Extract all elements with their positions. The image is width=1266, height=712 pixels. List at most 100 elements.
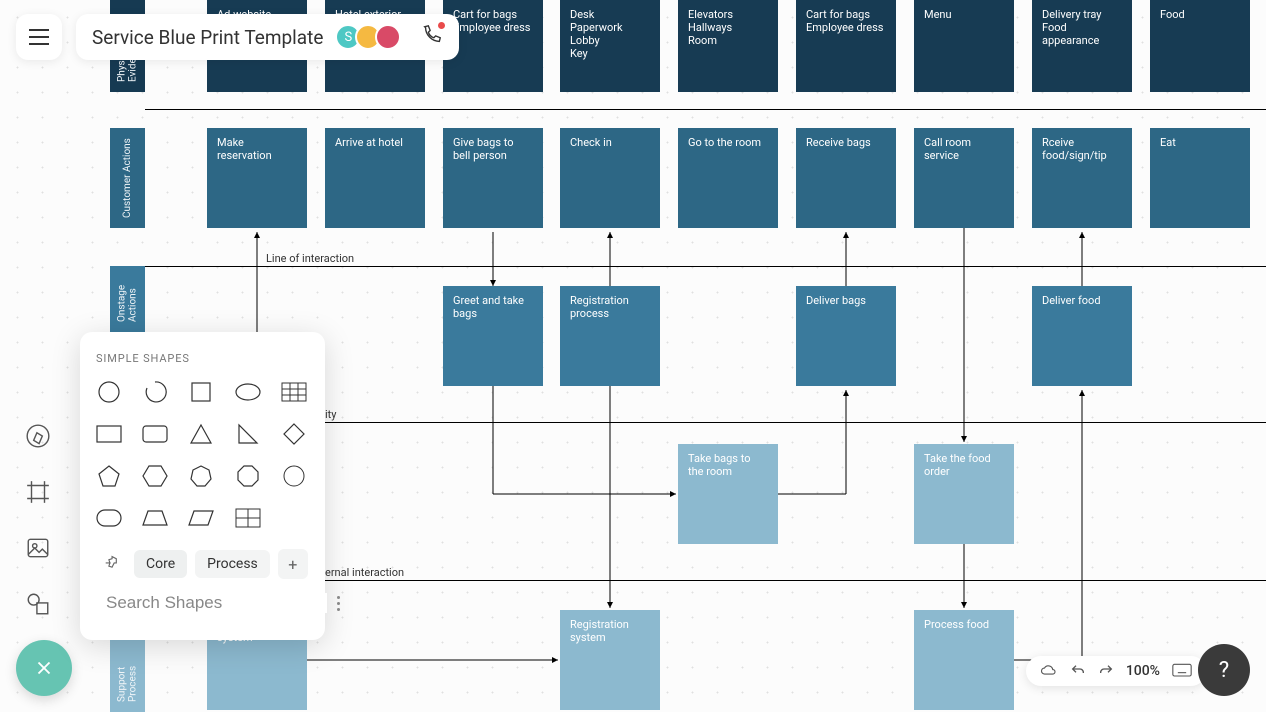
- card-text: Rceive food/sign/tip: [1042, 136, 1107, 162]
- shapes-icon[interactable]: [20, 586, 56, 622]
- card-customer-8[interactable]: Eat: [1150, 128, 1250, 228]
- pin-icon[interactable]: [96, 549, 126, 579]
- more-icon[interactable]: [337, 596, 340, 611]
- card-customer-5[interactable]: Receive bags: [796, 128, 896, 228]
- card-text: Delivery tray: [1042, 8, 1122, 21]
- card-text: Hallways: [688, 21, 768, 34]
- avatar[interactable]: [375, 24, 401, 50]
- card-customer-6[interactable]: Call room service: [914, 128, 1014, 228]
- image-icon[interactable]: [20, 530, 56, 566]
- shape-diamond[interactable]: [281, 421, 307, 447]
- card-physical-3[interactable]: Desk Paperwork Lobby Key: [560, 0, 660, 92]
- card-text: Check in: [570, 136, 612, 149]
- card-onstage-7[interactable]: Deliver food: [1032, 286, 1132, 386]
- shape-arc[interactable]: [142, 379, 168, 405]
- card-backstage-6[interactable]: Take the food order: [914, 444, 1014, 544]
- keyboard-icon[interactable]: [1172, 663, 1192, 679]
- call-button[interactable]: [421, 24, 443, 50]
- card-customer-2[interactable]: Give bags to bell person: [443, 128, 543, 228]
- card-text: Registration system: [570, 618, 629, 644]
- card-text: Take the food order: [924, 452, 991, 478]
- tab-process[interactable]: Process: [195, 550, 270, 578]
- card-support-6[interactable]: Process food: [914, 610, 1014, 710]
- row-label-customer: Customer Actions: [110, 128, 145, 228]
- card-text: Greet and take bags: [453, 294, 524, 320]
- card-onstage-5[interactable]: Deliver bags: [796, 286, 896, 386]
- shape-rounded-rect[interactable]: [142, 421, 168, 447]
- shape-rounded[interactable]: [96, 505, 122, 531]
- cloud-icon[interactable]: [1040, 662, 1058, 680]
- undo-icon[interactable]: [1070, 663, 1086, 679]
- card-onstage-2[interactable]: Greet and take bags: [443, 286, 543, 386]
- card-text: Cart for bags: [806, 8, 886, 21]
- shape-circle[interactable]: [96, 379, 122, 405]
- card-text: Paperwork: [570, 21, 650, 34]
- line-internal-label: ernal interaction: [325, 566, 404, 579]
- card-text: Elevators: [688, 8, 768, 21]
- shape-trapezoid[interactable]: [142, 505, 168, 531]
- card-onstage-3[interactable]: Registration process: [560, 286, 660, 386]
- card-text: Food appearance: [1042, 21, 1122, 47]
- card-text: Make reservation: [217, 136, 272, 162]
- card-text: Receive bags: [806, 136, 871, 149]
- shape-ellipse[interactable]: [235, 379, 261, 405]
- compass-icon[interactable]: [20, 418, 56, 454]
- search-shapes-input[interactable]: [106, 593, 327, 613]
- card-customer-3[interactable]: Check in: [560, 128, 660, 228]
- shape-octagon[interactable]: [235, 463, 261, 489]
- line-visibility-label: ity: [325, 408, 336, 421]
- card-physical-4[interactable]: Elevators Hallways Room: [678, 0, 778, 92]
- card-text: Employee dress: [806, 21, 886, 34]
- card-physical-8[interactable]: Food: [1150, 0, 1250, 92]
- card-text: Arrive at hotel: [335, 136, 403, 149]
- card-text: Eat: [1160, 136, 1176, 149]
- help-button[interactable]: ?: [1198, 644, 1250, 696]
- card-backstage-4[interactable]: Take bags to the room: [678, 444, 778, 544]
- card-text: Process food: [924, 618, 989, 631]
- title-bar: Service Blue Print Template S: [76, 14, 459, 60]
- card-text: Food: [1160, 8, 1240, 21]
- shape-hexagon[interactable]: [142, 463, 168, 489]
- card-customer-1[interactable]: Arrive at hotel: [325, 128, 425, 228]
- card-support-3[interactable]: Registration system: [560, 610, 660, 710]
- card-text: Give bags to bell person: [453, 136, 514, 162]
- redo-icon[interactable]: [1098, 663, 1114, 679]
- line-interaction-label: Line of interaction: [266, 252, 354, 265]
- row-label-onstage: Onstage Actions: [110, 266, 145, 332]
- bottom-controls: 100%: [1026, 656, 1206, 686]
- shape-rect[interactable]: [96, 421, 122, 447]
- card-text: Lobby: [570, 34, 650, 47]
- close-fab[interactable]: [16, 640, 72, 696]
- card-customer-0[interactable]: Make reservation: [207, 128, 307, 228]
- shape-grid[interactable]: [235, 505, 261, 531]
- shape-heptagon[interactable]: [188, 463, 214, 489]
- shape-table[interactable]: [281, 379, 307, 405]
- card-text: Registration process: [570, 294, 629, 320]
- menu-button[interactable]: [16, 14, 62, 60]
- tab-core[interactable]: Core: [134, 550, 187, 578]
- tab-add[interactable]: +: [278, 549, 308, 579]
- shape-right-triangle[interactable]: [235, 421, 261, 447]
- collaborators[interactable]: S: [335, 24, 401, 50]
- frame-icon[interactable]: [20, 474, 56, 510]
- document-title[interactable]: Service Blue Print Template: [92, 26, 323, 49]
- card-customer-4[interactable]: Go to the room: [678, 128, 778, 228]
- shape-pentagon[interactable]: [96, 463, 122, 489]
- shape-triangle[interactable]: [188, 421, 214, 447]
- shape-circle-thin[interactable]: [281, 463, 307, 489]
- shape-parallelogram[interactable]: [188, 505, 214, 531]
- card-text: Take bags to the room: [688, 452, 750, 478]
- shapes-panel: SIMPLE SHAPES Core Process +: [80, 332, 325, 640]
- shape-square[interactable]: [188, 379, 214, 405]
- zoom-level[interactable]: 100%: [1126, 663, 1160, 679]
- card-physical-6[interactable]: Menu: [914, 0, 1014, 92]
- card-text: Menu: [924, 8, 1004, 21]
- card-text: Room: [688, 34, 768, 47]
- card-text: Desk: [570, 8, 650, 21]
- card-customer-7[interactable]: Rceive food/sign/tip: [1032, 128, 1132, 228]
- row-label-support: Support Process: [110, 634, 145, 712]
- card-text: Employee dress: [453, 21, 533, 34]
- card-physical-7[interactable]: Delivery tray Food appearance: [1032, 0, 1132, 92]
- card-physical-5[interactable]: Cart for bags Employee dress: [796, 0, 896, 92]
- panel-title: SIMPLE SHAPES: [96, 352, 309, 365]
